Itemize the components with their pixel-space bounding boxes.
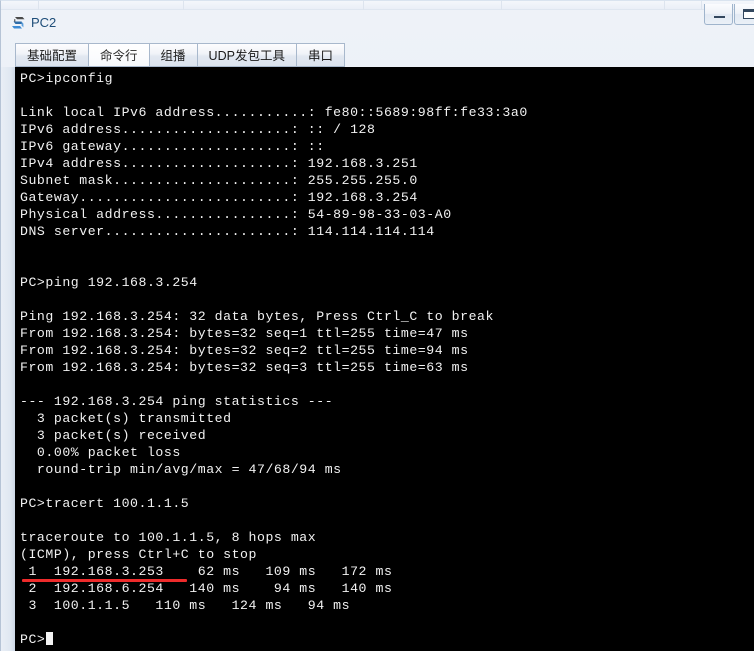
console-text: PC>ipconfig Link local IPv6 address.....… <box>20 71 528 613</box>
tab-bar: 基础配置 命令行 组播 UDP发包工具 串口 <box>15 41 345 67</box>
tab-command-line[interactable]: 命令行 <box>88 43 149 67</box>
annotation-underline-hop1 <box>22 579 187 582</box>
window-title: PC2 <box>31 15 57 30</box>
console-output[interactable]: PC>ipconfig Link local IPv6 address.....… <box>15 67 754 651</box>
minimize-button[interactable] <box>704 4 733 25</box>
pc2-window: PC2 基础配置 命令行 组播 UDP发包工具 串口 PC>ipconfig L… <box>0 0 754 651</box>
window-top-frame-strip <box>1 1 754 10</box>
text-cursor <box>46 632 54 645</box>
title-bar[interactable]: PC2 <box>1 4 754 36</box>
tab-basic-config[interactable]: 基础配置 <box>15 43 89 67</box>
pc-device-icon <box>9 13 29 33</box>
command-line-console[interactable]: PC>ipconfig Link local IPv6 address.....… <box>15 67 754 651</box>
tab-multicast[interactable]: 组播 <box>148 43 197 67</box>
window-left-frame-gutter <box>1 67 15 651</box>
console-prompt: PC> <box>20 632 46 647</box>
window-controls <box>704 4 754 27</box>
tab-serial-port[interactable]: 串口 <box>295 43 345 67</box>
tab-udp-packet-tool[interactable]: UDP发包工具 <box>196 43 296 67</box>
maximize-button[interactable] <box>734 4 754 25</box>
